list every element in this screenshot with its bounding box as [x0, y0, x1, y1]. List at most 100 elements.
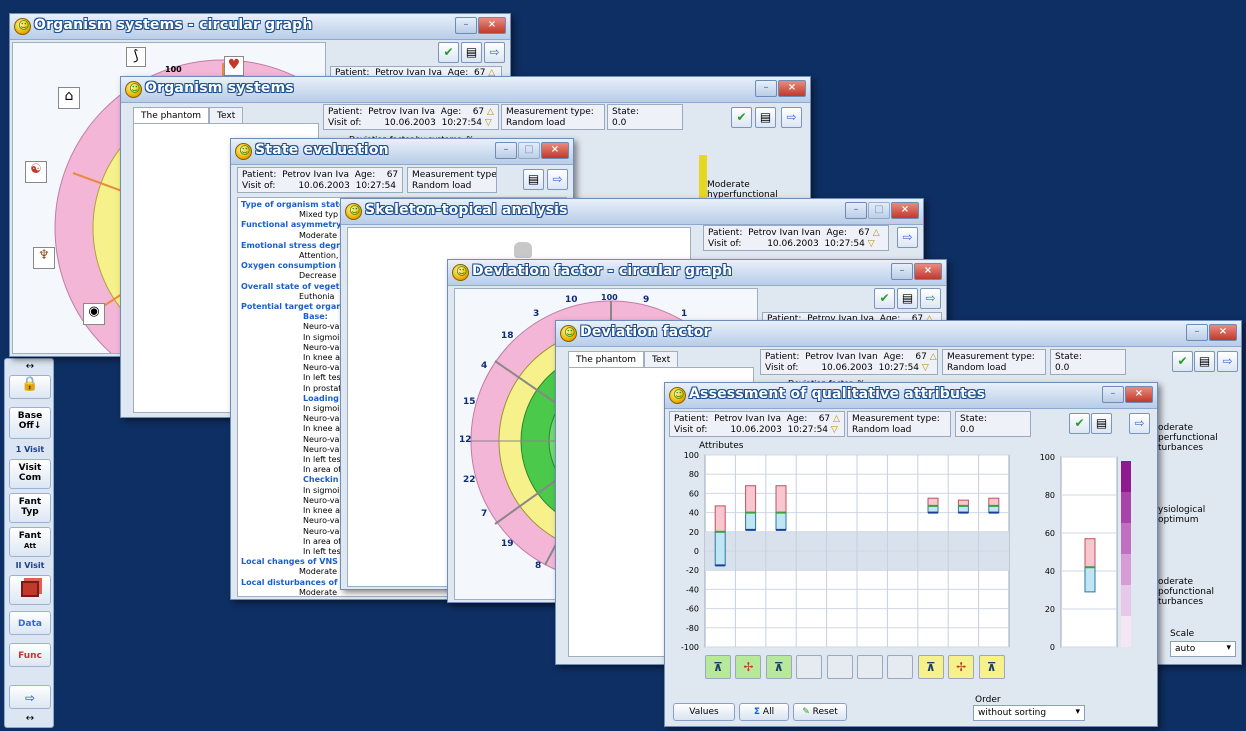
resize-arrows-bottom[interactable]: ↔	[5, 713, 55, 724]
close-button[interactable]: ×	[891, 202, 919, 219]
windows-stack-button[interactable]	[9, 575, 51, 605]
attribute-empty-button[interactable]	[796, 655, 823, 679]
close-button[interactable]: ×	[478, 17, 506, 34]
measurement-info: Measurement type: Random load	[501, 104, 605, 130]
close-button[interactable]: ×	[1209, 324, 1237, 341]
values-button[interactable]: Values	[673, 703, 735, 721]
patient-info: Patient: Petrov Ivan Iva Age: 67 △ Visit…	[669, 411, 845, 437]
legend-4: ysiological optimum	[1158, 505, 1206, 525]
minimize-button[interactable]: –	[1102, 386, 1124, 403]
fant-att-button[interactable]: Fant Att	[9, 527, 51, 557]
chevron-down-icon: ▾	[1226, 643, 1231, 653]
order-select[interactable]: without sorting ▾	[973, 705, 1085, 721]
sum-all-button[interactable]: Σ All	[739, 703, 789, 721]
order-label: Order	[975, 695, 1001, 705]
print-button[interactable]: ▤	[897, 288, 918, 309]
state-info: State: 0.0	[955, 411, 1031, 437]
print-button[interactable]: ▤	[461, 42, 482, 63]
close-button[interactable]: ×	[1125, 386, 1153, 403]
print-button[interactable]: ▤	[1091, 413, 1112, 434]
attribute-icon-button[interactable]: ⊼	[917, 655, 944, 679]
attribute-icon-button[interactable]: ⊼	[765, 655, 792, 679]
exit-button[interactable]: ⇨	[547, 169, 568, 190]
patient-info: Patient: Petrov Ivan Iva Age: 67 △ Visit…	[323, 104, 499, 130]
spine-icon: ⟆	[126, 47, 146, 67]
maximize-button[interactable]: □	[868, 202, 890, 219]
window-title: Assessment of qualitative attributes	[689, 386, 986, 402]
minimize-button[interactable]: –	[891, 263, 913, 280]
exit-button[interactable]: ⇨	[484, 42, 505, 63]
legend-moderate: Moderate	[707, 180, 750, 190]
base-off-button[interactable]: Base Off↓	[9, 407, 51, 439]
minimize-button[interactable]: –	[1186, 324, 1208, 341]
minimize-button[interactable]: –	[455, 17, 477, 34]
legend-5: oderate	[1158, 577, 1194, 587]
scale-bar	[699, 155, 707, 199]
check-button[interactable]: ✔	[874, 288, 895, 309]
circle-label: 22	[463, 475, 476, 485]
print-button[interactable]: ▤	[523, 169, 544, 190]
minimize-button[interactable]: –	[755, 80, 777, 97]
sigma-icon: Σ	[753, 707, 761, 717]
window-title: Organism systems	[145, 80, 294, 96]
y-tick-label: 80	[1045, 491, 1055, 500]
attribute-empty-button[interactable]	[857, 655, 883, 679]
app-logo-icon	[14, 18, 31, 35]
check-button[interactable]: ✔	[438, 42, 459, 63]
reset-button[interactable]: ✎ Reset	[793, 703, 847, 721]
app-logo-icon	[560, 325, 577, 342]
exit-button[interactable]: ⇨	[897, 227, 918, 248]
circle-label: 1	[681, 309, 688, 319]
bar-upper	[1084, 538, 1096, 568]
fant-typ-button[interactable]: Fant Typ	[9, 493, 51, 523]
attribute-icon-button[interactable]: ✢	[948, 655, 975, 679]
check-button[interactable]: ✔	[1069, 413, 1090, 434]
func-button[interactable]: Func	[9, 643, 51, 667]
tab-phantom[interactable]: The phantom	[133, 107, 210, 124]
exit-button[interactable]: ⇨	[9, 685, 51, 709]
scale-select[interactable]: auto ▾	[1170, 641, 1236, 657]
kidney-icon: ♆	[33, 247, 55, 269]
y-tick-label: -20	[686, 566, 699, 575]
close-button[interactable]: ×	[541, 142, 569, 159]
lock-button[interactable]: 🔒	[9, 375, 51, 399]
print-button[interactable]: ▤	[755, 107, 776, 128]
visit1-label: 1 Visit	[15, 445, 45, 454]
attribute-empty-button[interactable]	[826, 655, 853, 679]
data-button[interactable]: Data	[9, 611, 51, 635]
visit-com-button[interactable]: Visit Com	[9, 459, 51, 489]
y-tick-label: 0	[694, 547, 699, 556]
maximize-button[interactable]: □	[518, 142, 540, 159]
close-button[interactable]: ×	[914, 263, 942, 280]
left-toolbar: ↔ 🔒 Base Off↓ 1 Visit Visit Com Fant Typ…	[4, 358, 54, 728]
exit-button[interactable]: ⇨	[920, 288, 941, 309]
check-button[interactable]: ✔	[1172, 351, 1193, 372]
exit-button[interactable]: ⇨	[1129, 413, 1150, 434]
tab-phantom[interactable]: The phantom	[568, 351, 645, 368]
circle-label: 9	[643, 295, 650, 305]
scale-label: Scale	[1170, 629, 1195, 639]
legend-2: perfunctional	[1158, 433, 1218, 443]
y-tick-label: 60	[689, 489, 699, 498]
attribute-icon-button[interactable]: ⊼	[978, 655, 1005, 679]
minimize-button[interactable]: –	[495, 142, 517, 159]
titlebar: Organism systems - circular graph – ×	[10, 14, 510, 40]
exit-button[interactable]: ⇨	[781, 107, 802, 128]
check-button[interactable]: ✔	[731, 107, 752, 128]
exit-button[interactable]: ⇨	[1217, 351, 1238, 372]
side-chart: 100 80 60 40 20 0	[1040, 453, 1131, 652]
state-info: State: 0.0	[607, 104, 683, 130]
tick-label-100: 100	[165, 65, 182, 74]
tab-text[interactable]: Text	[644, 351, 679, 368]
y-tick-label: 40	[1045, 567, 1055, 576]
attribute-icon-button[interactable]: ✢	[735, 655, 762, 679]
print-button[interactable]: ▤	[1194, 351, 1215, 372]
y-tick-label: -60	[686, 605, 699, 614]
close-button[interactable]: ×	[778, 80, 806, 97]
resize-arrows-top[interactable]: ↔	[5, 361, 55, 372]
y-tick-label: 100	[1040, 453, 1055, 462]
tab-text[interactable]: Text	[209, 107, 244, 124]
attribute-icon-button[interactable]: ⊼	[705, 655, 731, 679]
minimize-button[interactable]: –	[845, 202, 867, 219]
attribute-empty-button[interactable]	[887, 655, 914, 679]
